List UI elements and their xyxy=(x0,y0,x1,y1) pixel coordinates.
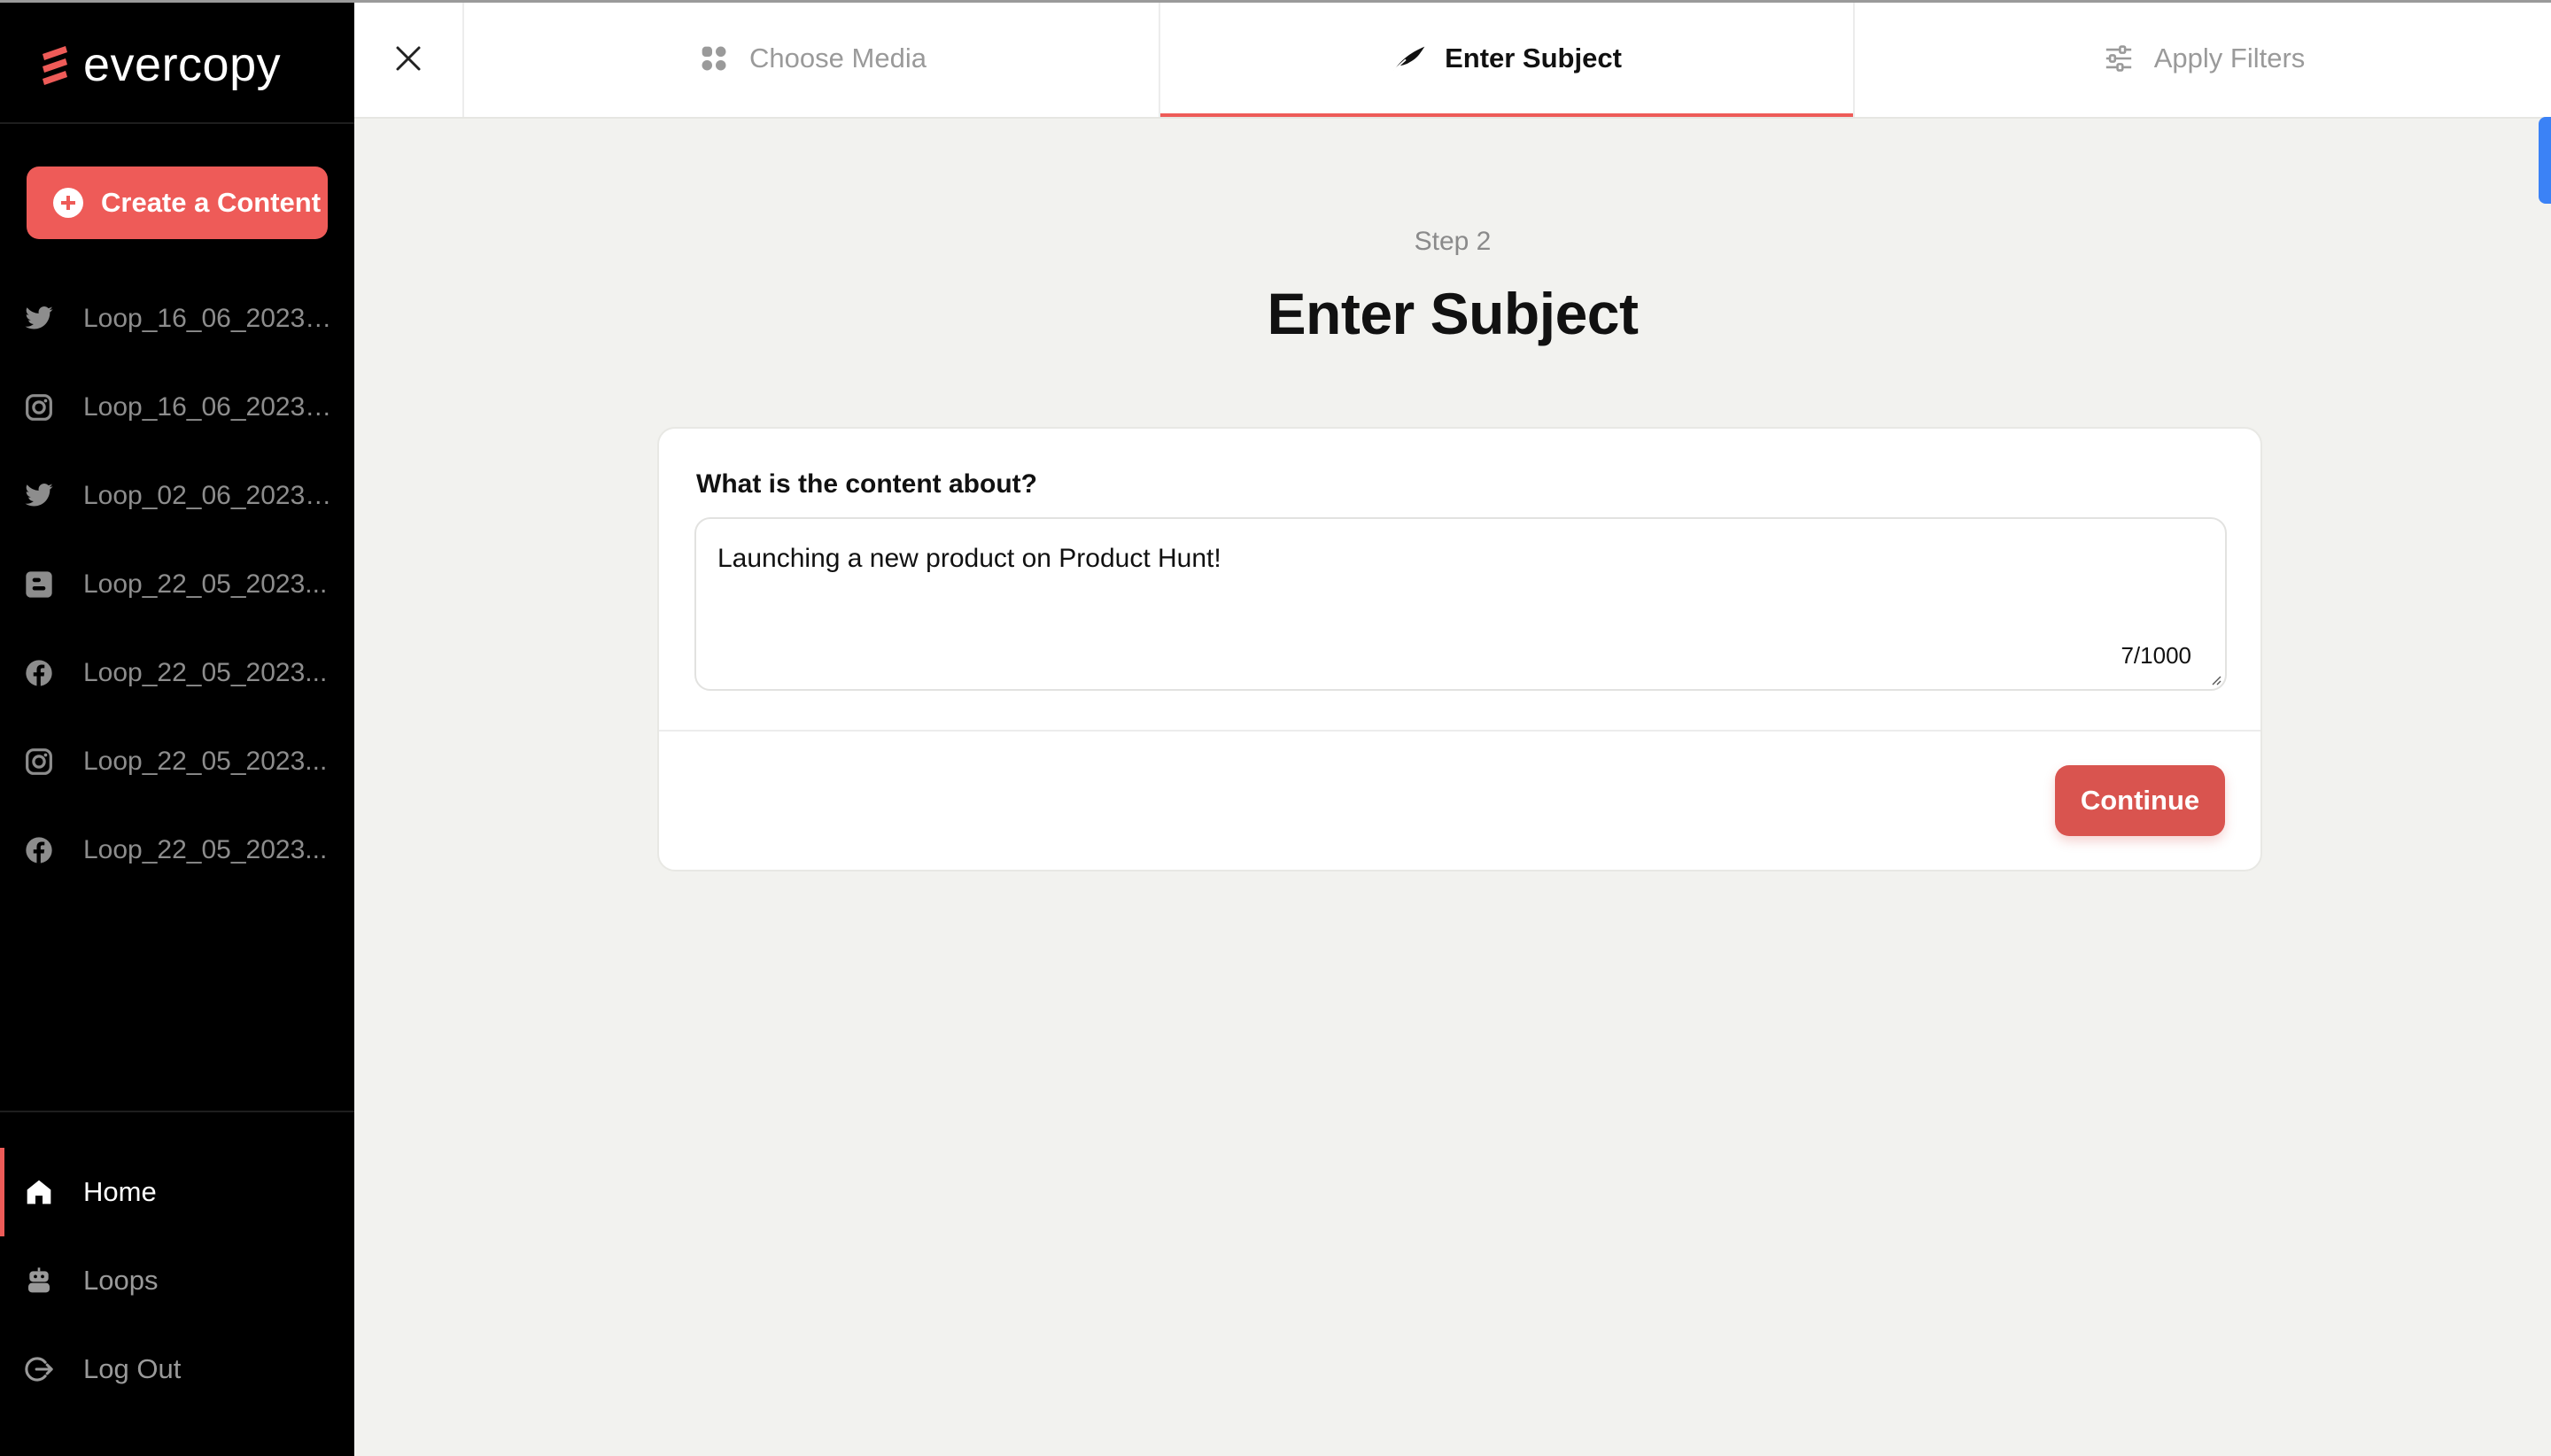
logout-icon xyxy=(23,1353,55,1385)
create-content-button[interactable]: Create a Content xyxy=(27,167,328,239)
tab-apply-filters[interactable]: Apply Filters xyxy=(1855,0,2551,117)
instagram-icon xyxy=(23,746,55,778)
grid-icon xyxy=(696,41,732,76)
loop-item[interactable]: Loop_22_05_2023... xyxy=(0,806,354,895)
instagram-icon xyxy=(23,391,55,423)
resize-handle-icon[interactable] xyxy=(2207,671,2221,685)
home-icon xyxy=(23,1176,55,1208)
loop-item[interactable]: Loop_22_05_2023... xyxy=(0,717,354,806)
logo-text: evercopy xyxy=(83,38,282,91)
feather-icon xyxy=(1392,41,1427,76)
close-icon xyxy=(396,46,421,71)
logo-mark-icon xyxy=(43,46,67,85)
plus-circle-icon xyxy=(53,188,83,218)
twitter-icon xyxy=(23,303,55,335)
step-label: Step 2 xyxy=(1414,227,1492,256)
sidebar-nav: Home Loops Log Out xyxy=(0,1148,354,1413)
facebook-icon xyxy=(23,834,55,866)
sliders-icon xyxy=(2101,41,2136,76)
character-counter: 7/1000 xyxy=(2121,642,2191,669)
subject-field-label: What is the content about? xyxy=(696,469,1037,499)
subject-textarea-value: Launching a new product on Product Hunt! xyxy=(717,544,1221,573)
loop-item[interactable]: Loop_16_06_2023_1... xyxy=(0,363,354,452)
loop-item[interactable]: Loop_16_06_2023_... xyxy=(0,275,354,363)
steps-tabbar: Choose Media Enter Subject Apply Filters xyxy=(354,0,2551,119)
subject-form-card: What is the content about? Launching a n… xyxy=(657,427,2262,871)
loop-item[interactable]: Loop_22_05_2023... xyxy=(0,540,354,629)
loop-item-label: Loop_16_06_2023_... xyxy=(83,304,340,333)
close-button[interactable] xyxy=(354,0,464,117)
continue-button[interactable]: Continue xyxy=(2055,765,2225,836)
facebook-icon xyxy=(23,657,55,689)
tab-choose-media[interactable]: Choose Media xyxy=(464,0,1159,117)
loop-item-label: Loop_22_05_2023... xyxy=(83,835,328,864)
subject-textarea[interactable]: Launching a new product on Product Hunt!… xyxy=(694,517,2227,691)
blogger-icon xyxy=(23,569,55,600)
loop-item[interactable]: Loop_02_06_2023_... xyxy=(0,452,354,540)
twitter-icon xyxy=(23,480,55,512)
window-top-border xyxy=(0,0,2551,3)
robot-icon xyxy=(23,1265,55,1297)
nav-item-logout[interactable]: Log Out xyxy=(0,1325,354,1413)
tab-label: Choose Media xyxy=(749,43,927,74)
sidebar-divider xyxy=(0,1111,354,1112)
loop-item-label: Loop_16_06_2023_1... xyxy=(83,392,340,422)
tab-label: Enter Subject xyxy=(1445,43,1622,74)
nav-item-label: Log Out xyxy=(83,1353,182,1384)
sidebar-divider xyxy=(0,122,354,124)
logo[interactable]: evercopy xyxy=(39,34,281,96)
loop-item-label: Loop_22_05_2023... xyxy=(83,658,328,687)
page-title: Enter Subject xyxy=(1267,281,1639,346)
nav-item-home[interactable]: Home xyxy=(0,1148,354,1236)
nav-item-loops[interactable]: Loops xyxy=(0,1236,354,1325)
loop-item-label: Loop_22_05_2023... xyxy=(83,747,328,776)
tab-label: Apply Filters xyxy=(2153,43,2306,74)
scroll-indicator[interactable] xyxy=(2539,117,2551,204)
nav-item-label: Home xyxy=(83,1176,157,1207)
loops-list: Loop_16_06_2023_... Loop_16_06_2023_1...… xyxy=(0,275,354,895)
tab-enter-subject[interactable]: Enter Subject xyxy=(1160,0,1853,117)
create-content-label: Create a Content xyxy=(101,187,322,218)
card-divider xyxy=(659,730,2260,732)
loop-item[interactable]: Loop_22_05_2023... xyxy=(0,629,354,717)
loop-item-label: Loop_02_06_2023_... xyxy=(83,481,340,510)
loop-item-label: Loop_22_05_2023... xyxy=(83,569,328,599)
nav-item-label: Loops xyxy=(83,1265,159,1296)
sidebar: evercopy Create a Content Loop_16_06_202… xyxy=(0,0,354,1456)
